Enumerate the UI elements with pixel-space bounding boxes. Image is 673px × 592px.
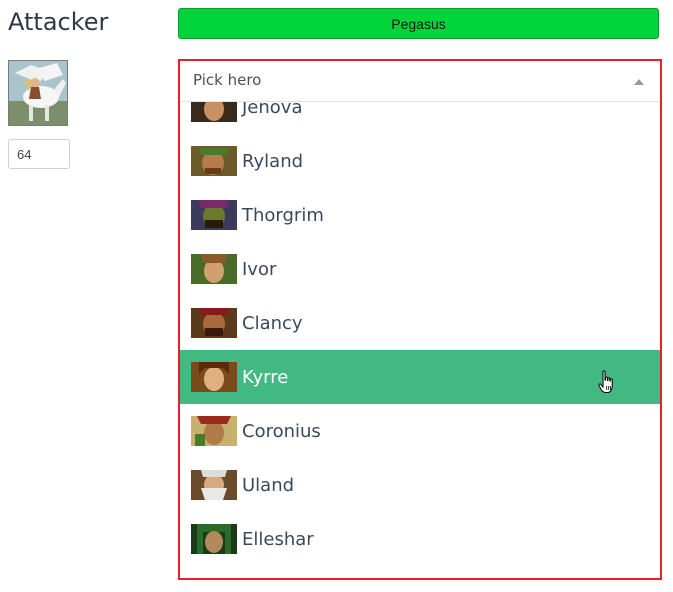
pegasus-portrait-icon (8, 60, 68, 126)
hero-option-uland[interactable]: Uland (180, 458, 660, 512)
hand-pointer-cursor-icon (598, 370, 613, 393)
hero-portrait-icon (191, 308, 237, 338)
hero-option-jenova[interactable]: Jenova (180, 102, 660, 134)
hero-option-elleshar[interactable]: Elleshar (180, 512, 660, 566)
hero-option-label: Uland (242, 474, 295, 496)
hero-option-label: Ryland (242, 150, 304, 172)
creature-select-button[interactable]: Pegasus (178, 8, 659, 39)
hero-portrait-icon (191, 362, 237, 392)
hero-option-coronius[interactable]: Coronius (180, 404, 660, 458)
hero-portrait-icon (191, 470, 237, 500)
hero-dropdown[interactable]: Pick hero Jenova Ryland Thorgrim Ivor Cl… (178, 59, 662, 580)
hero-option-label: Jenova (242, 102, 303, 118)
hero-portrait-icon (191, 254, 237, 284)
hero-dropdown-toggle[interactable]: Pick hero (180, 61, 660, 102)
hero-option-label: Kyrre (242, 366, 289, 388)
hero-portrait-icon (191, 200, 237, 230)
unit-count-input[interactable] (8, 139, 70, 169)
hero-options-list[interactable]: Jenova Ryland Thorgrim Ivor Clancy Kyrre… (180, 102, 660, 578)
hero-option-thorgrim[interactable]: Thorgrim (180, 188, 660, 242)
hero-dropdown-placeholder: Pick hero (193, 71, 262, 89)
hero-portrait-icon (191, 146, 237, 176)
hero-option-kyrre[interactable]: Kyrre (180, 350, 660, 404)
hero-option-label: Thorgrim (242, 204, 324, 226)
hero-option-ivor[interactable]: Ivor (180, 242, 660, 296)
hero-portrait-icon (191, 524, 237, 554)
hero-option-label: Elleshar (242, 528, 314, 550)
hero-option-clancy[interactable]: Clancy (180, 296, 660, 350)
hero-portrait-icon (191, 102, 237, 122)
hero-option-ryland[interactable]: Ryland (180, 134, 660, 188)
caret-up-icon (634, 79, 644, 85)
hero-portrait-icon (191, 416, 237, 446)
attacker-title: Attacker (8, 8, 109, 36)
hero-option-next[interactable] (180, 566, 660, 578)
hero-option-label: Clancy (242, 312, 303, 334)
hero-option-label: Coronius (242, 420, 321, 442)
hero-option-label: Ivor (242, 258, 277, 280)
creature-button-label: Pegasus (391, 15, 446, 32)
